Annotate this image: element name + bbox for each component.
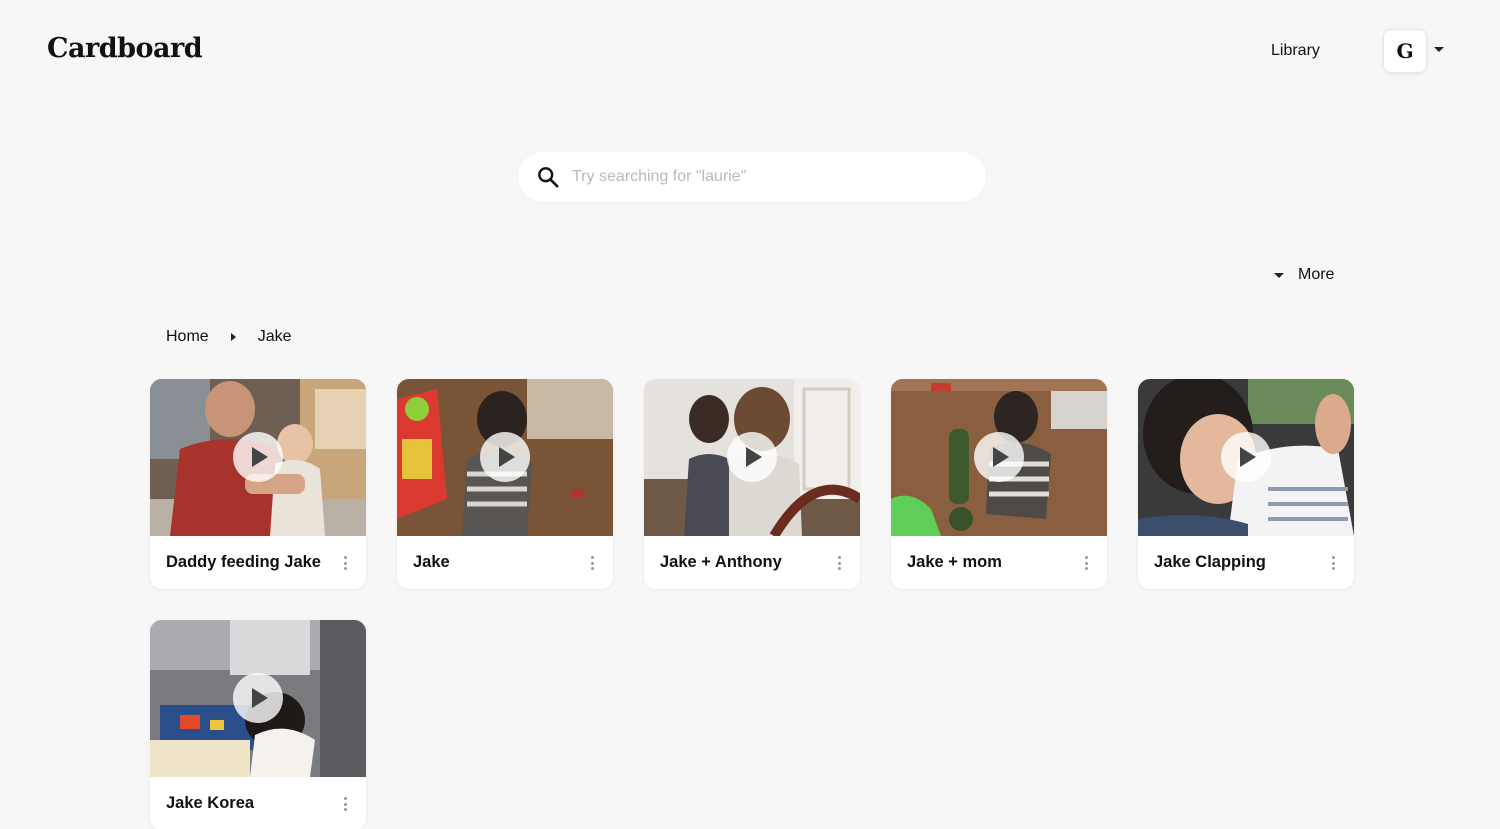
video-card[interactable]: Jake Clapping [1138,379,1354,589]
video-title[interactable]: Jake Clapping [1154,553,1266,572]
play-button[interactable] [727,432,777,482]
breadcrumb: Home Jake [166,328,291,346]
kebab-menu-icon[interactable] [1084,556,1088,570]
user-avatar-button[interactable]: G [1383,29,1427,73]
card-footer: Jake + Anthony [644,536,860,589]
kebab-menu-icon[interactable] [837,556,841,570]
play-button[interactable] [480,432,530,482]
video-card[interactable]: Jake Korea [150,620,366,829]
app-logo[interactable]: Cardboard [47,33,203,64]
breadcrumb-current: Jake [257,328,292,345]
video-card[interactable]: Jake + Anthony [644,379,860,589]
more-label: More [1298,266,1335,283]
video-title[interactable]: Jake + Anthony [660,553,782,572]
more-button[interactable]: More [1274,266,1334,284]
play-button[interactable] [974,432,1024,482]
search-bar [518,152,986,202]
video-thumbnail[interactable] [397,379,613,536]
video-thumbnail[interactable] [150,379,366,536]
card-footer: Jake Korea [150,777,366,829]
video-card[interactable]: Daddy feeding Jake [150,379,366,589]
account-menu-caret-icon[interactable] [1434,47,1444,52]
caret-right-icon [230,333,236,341]
video-card[interactable]: Jake + mom [891,379,1107,589]
search-input[interactable] [572,152,972,202]
play-icon [1240,447,1256,467]
card-footer: Jake Clapping [1138,536,1354,589]
kebab-menu-icon[interactable] [1331,556,1335,570]
video-thumbnail[interactable] [891,379,1107,536]
video-card[interactable]: Jake [397,379,613,589]
video-title[interactable]: Jake + mom [907,553,1002,572]
kebab-menu-icon[interactable] [590,556,594,570]
card-footer: Jake [397,536,613,589]
play-button[interactable] [233,432,283,482]
video-thumbnail[interactable] [1138,379,1354,536]
nav-library-link[interactable]: Library [1271,42,1320,60]
play-button[interactable] [233,673,283,723]
play-icon [252,447,268,467]
play-icon [252,688,268,708]
video-title[interactable]: Daddy feeding Jake [166,553,321,572]
breadcrumb-home[interactable]: Home [166,328,209,346]
kebab-menu-icon[interactable] [343,556,347,570]
video-thumbnail[interactable] [150,620,366,777]
play-icon [993,447,1009,467]
card-footer: Daddy feeding Jake [150,536,366,589]
play-icon [499,447,515,467]
kebab-menu-icon[interactable] [343,797,347,811]
video-title[interactable]: Jake Korea [166,794,254,813]
video-title[interactable]: Jake [413,553,450,572]
card-footer: Jake + mom [891,536,1107,589]
play-icon [746,447,762,467]
video-thumbnail[interactable] [644,379,860,536]
search-icon[interactable] [537,166,559,188]
caret-down-icon [1274,272,1284,278]
play-button[interactable] [1221,432,1271,482]
